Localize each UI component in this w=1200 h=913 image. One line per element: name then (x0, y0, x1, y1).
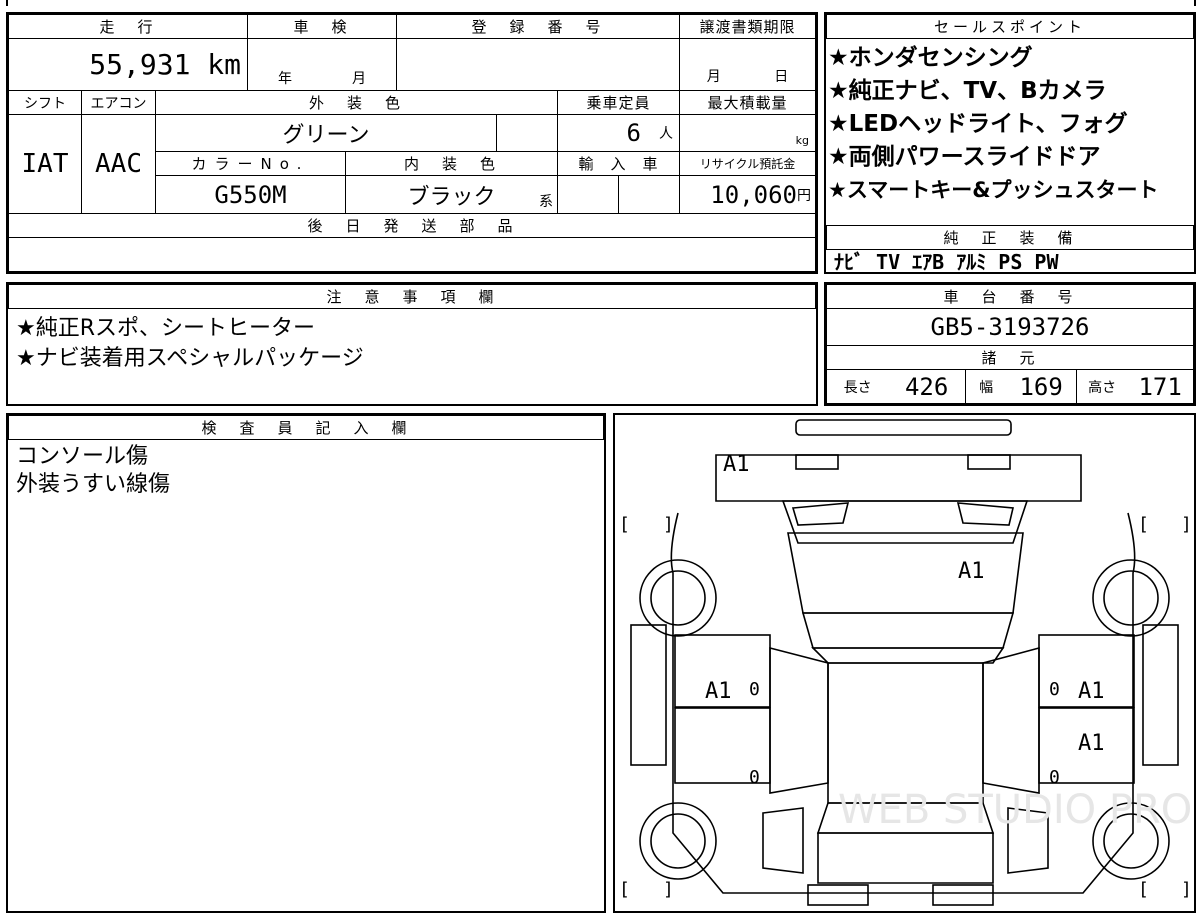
capacity-unit: 人 (659, 126, 673, 142)
specs-header: 諸 元 (826, 345, 1194, 370)
spec-height-label: 高さ (1088, 379, 1117, 396)
deadline-day-unit: 日 (774, 69, 789, 85)
mileage-text: 55,931 km (89, 48, 241, 81)
inspector-header: 検 査 員 記 入 欄 (8, 415, 604, 440)
zero-left-front: 0 (749, 679, 760, 700)
inspector-line: コンソール傷 (16, 444, 149, 469)
inspection-value: 年 月 (247, 38, 397, 91)
inspector-panel: 検 査 員 記 入 欄 コンソール傷 外装うすい線傷 (6, 413, 606, 913)
exterior-color-value: グリーン (155, 114, 497, 152)
recycle-value: 10,060 円 (679, 175, 816, 214)
mileage-value: 55,931 km (8, 38, 248, 91)
inspection-year-unit: 年 (278, 71, 292, 87)
chassis-value: GB5-3193726 (826, 308, 1194, 346)
bracket-rear-right-open: [ (1138, 879, 1149, 900)
damage-diagram-panel: WEB STUDIO PRO A1 A1 A1 A1 A1 0 0 0 0 [ … (613, 413, 1196, 913)
color-no-value: G550M (155, 175, 346, 214)
exterior-color-text: グリーン (282, 123, 370, 148)
max-load-value: kg (679, 114, 816, 152)
capacity-header: 乗車定員 (557, 90, 680, 115)
later-parts-header: 後 日 発 送 部 品 (8, 213, 816, 238)
interior-color-header: 内 装 色 (345, 151, 558, 176)
inspection-month-unit: 月 (352, 71, 366, 87)
recycle-unit: 円 (797, 187, 811, 204)
top-edge-strip (6, 0, 1196, 6)
zero-right-front: 0 (1049, 679, 1060, 700)
max-load-unit: kg (795, 134, 809, 147)
recycle-header: リサイクル預託金 (679, 151, 816, 176)
aircon-value: AAC (81, 114, 156, 214)
import-value-b (618, 175, 680, 214)
spec-width: 幅 169 (965, 369, 1077, 404)
color-no-header: カラーNo. (155, 151, 346, 176)
diagram-watermark: WEB STUDIO PRO (838, 787, 1192, 833)
sales-points-header: セールスポイント (826, 14, 1194, 39)
car-diagram: WEB STUDIO PRO A1 A1 A1 A1 A1 0 0 0 0 [ … (619, 419, 1192, 906)
inspector-line: 外装うすい線傷 (16, 472, 171, 497)
sales-points-panel: セールスポイント ★ホンダセンシング ★純正ナビ、TV、Bカメラ ★LEDヘッド… (824, 12, 1196, 274)
exterior-color-extra (496, 114, 558, 152)
transfer-deadline-value: 月 日 (679, 38, 816, 91)
mileage-header: 走 行 (8, 14, 248, 39)
mark-left-front-door: A1 (705, 679, 732, 704)
recycle-amount: 10,060 (710, 180, 797, 209)
spec-width-label: 幅 (979, 379, 994, 396)
interior-color-text: ブラック (407, 184, 496, 210)
sales-point-item: ★両側パワースライドドア (828, 144, 1101, 170)
inspector-list: コンソール傷 外装うすい線傷 (16, 443, 170, 499)
bracket-rear-right-close: ] (1181, 879, 1192, 900)
interior-color-suffix: 系 (539, 194, 553, 210)
mark-right-front-door: A1 (1078, 679, 1105, 704)
sales-point-item: ★LEDヘッドライト、フォグ (828, 111, 1128, 137)
sales-point-item: ★純正ナビ、TV、Bカメラ (828, 78, 1107, 104)
registration-value (396, 38, 680, 91)
bracket-front-left-open: [ (619, 514, 630, 535)
note-line: ★純正Rスポ、シートヒーター (16, 316, 316, 341)
spec-length: 長さ 426 (826, 369, 966, 404)
spec-width-value: 169 (1019, 372, 1063, 401)
spec-height-value: 171 (1138, 372, 1182, 401)
notes-panel: 注 意 事 項 欄 ★純正Rスポ、シートヒーター ★ナビ装着用スペシャルパッケー… (6, 282, 818, 406)
aircon-header: エアコン (81, 90, 156, 115)
registration-header: 登 録 番 号 (396, 14, 680, 39)
sales-point-item: ★ホンダセンシング (828, 45, 1033, 71)
equipment-header: 純 正 装 備 (826, 225, 1194, 250)
notes-header: 注 意 事 項 欄 (8, 284, 816, 309)
capacity-number: 6 (626, 119, 641, 147)
inspection-header: 車 検 (247, 14, 397, 39)
bracket-front-right-open: [ (1138, 514, 1149, 535)
bracket-front-left-close: ] (663, 514, 674, 535)
mark-roof: A1 (958, 559, 985, 584)
shift-header: シフト (8, 90, 82, 115)
shift-value: IAT (8, 114, 82, 214)
bracket-rear-left-close: ] (663, 879, 674, 900)
chassis-header: 車 台 番 号 (826, 284, 1194, 309)
chassis-specs-panel: 車 台 番 号 GB5-3193726 諸 元 長さ 426 幅 169 高さ … (824, 282, 1196, 406)
note-line: ★ナビ装着用スペシャルパッケージ (16, 346, 364, 371)
later-parts-value (8, 237, 816, 272)
import-value-a (557, 175, 619, 214)
transfer-deadline-header: 譲渡書類期限 (679, 14, 816, 39)
spec-length-label: 長さ (843, 379, 872, 396)
zero-right-rear: 0 (1049, 767, 1060, 788)
mark-right-rear-door: A1 (1078, 731, 1105, 756)
sales-point-item: ★スマートキー&プッシュスタート (828, 178, 1159, 202)
exterior-color-header: 外 装 色 (155, 90, 558, 115)
deadline-month-unit: 月 (706, 69, 721, 85)
capacity-value: 6 人 (557, 114, 680, 152)
spec-height: 高さ 171 (1076, 369, 1194, 404)
sales-points-list: ★ホンダセンシング ★純正ナビ、TV、Bカメラ ★LEDヘッドライト、フォグ ★… (828, 42, 1194, 207)
bracket-front-right-close: ] (1181, 514, 1192, 535)
max-load-header: 最大積載量 (679, 90, 816, 115)
zero-left-rear: 0 (749, 767, 760, 788)
spec-length-value: 426 (904, 372, 949, 401)
notes-list: ★純正Rスポ、シートヒーター ★ナビ装着用スペシャルパッケージ (16, 314, 364, 374)
import-header: 輸 入 車 (557, 151, 680, 176)
mark-rear: A1 (723, 452, 750, 477)
interior-color-value: ブラック 系 (345, 175, 558, 214)
bracket-rear-left-open: [ (619, 879, 630, 900)
equipment-value: ﾅﾋﾞ TV ｴｱB ｱﾙﾐ PS PW (834, 250, 1059, 272)
main-info-table: 走 行 車 検 登 録 番 号 譲渡書類期限 55,931 km 年 月 月 日… (6, 12, 818, 274)
